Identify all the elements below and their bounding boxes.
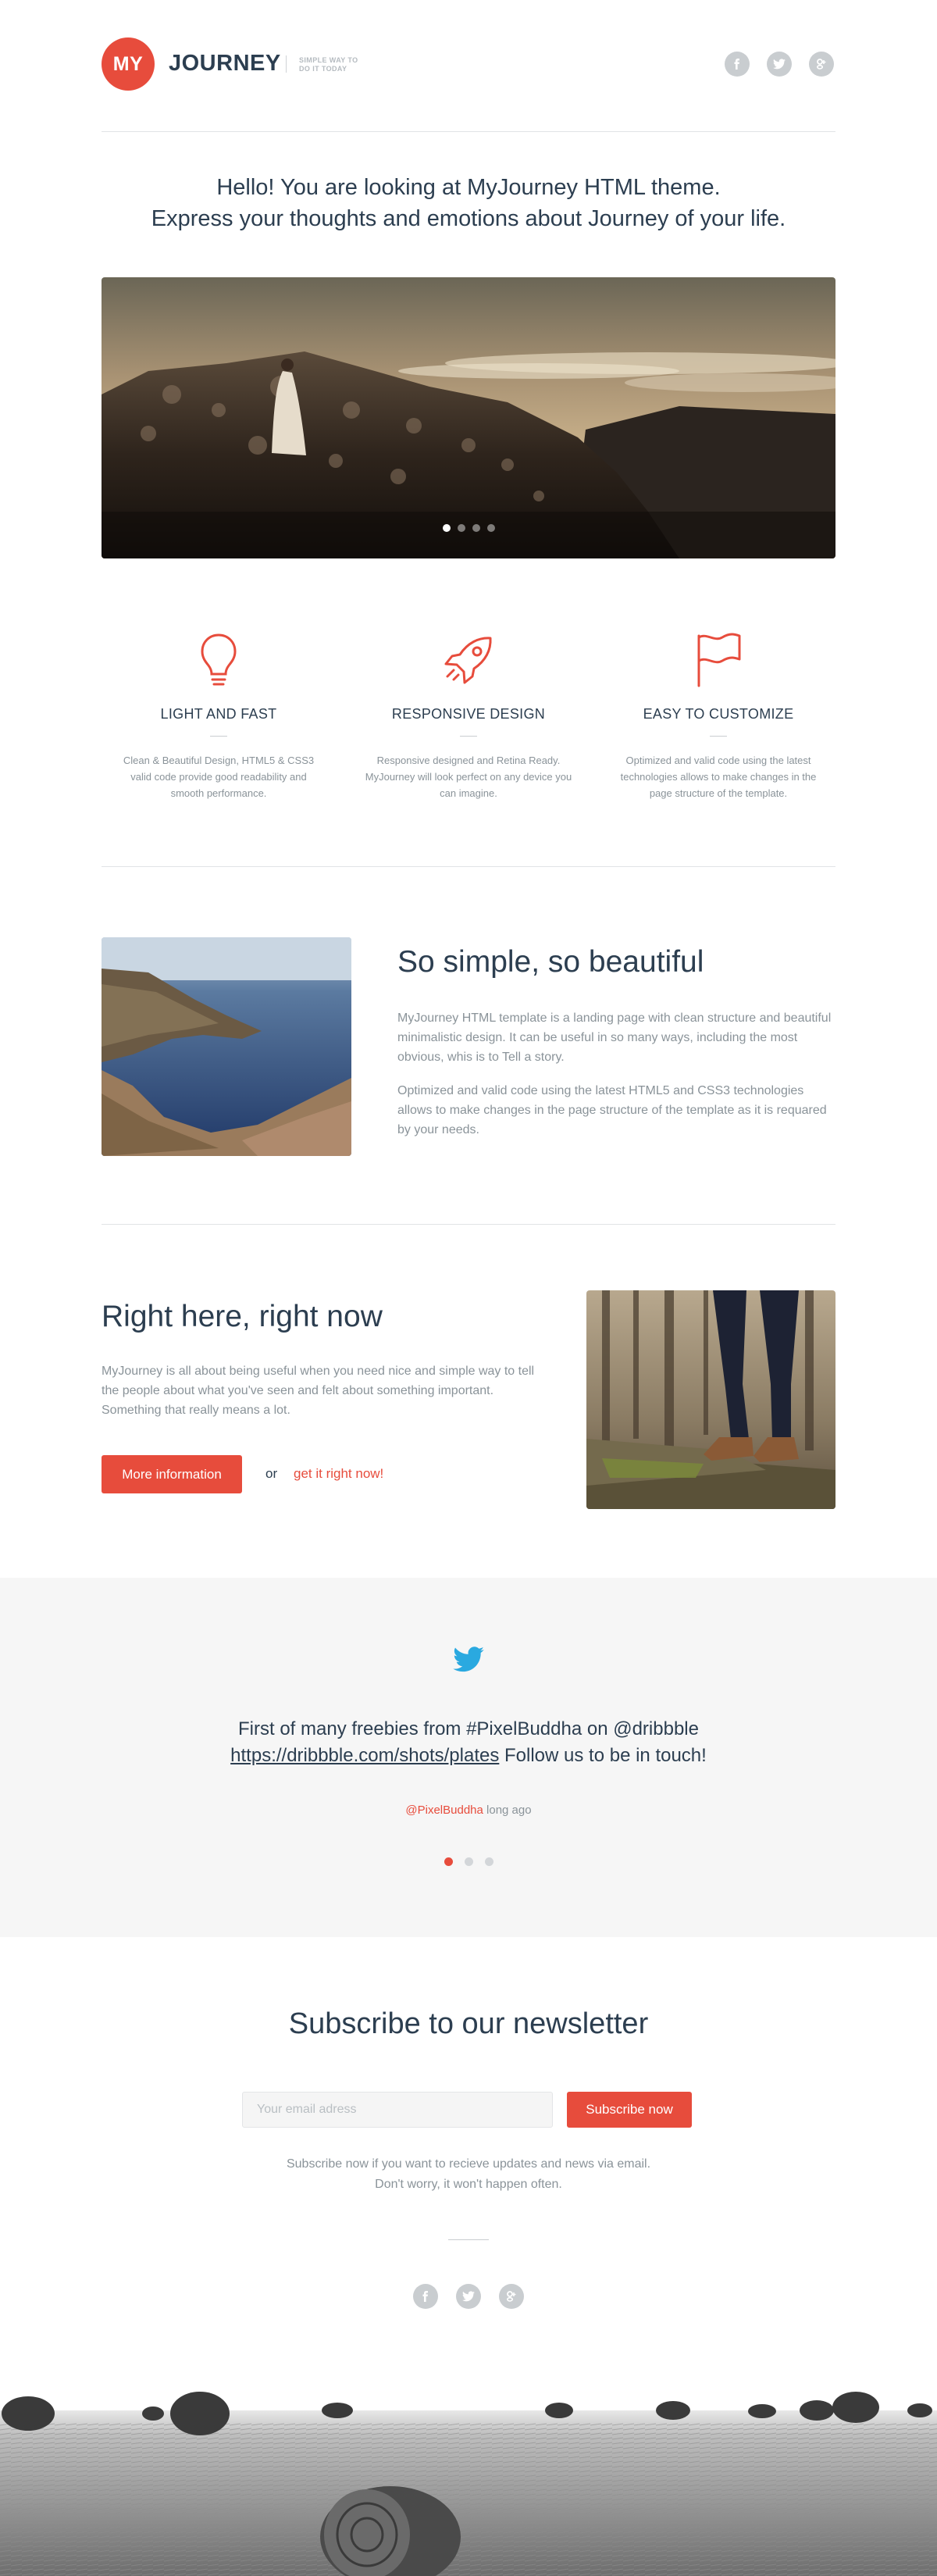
- tagline-line-2: DO IT TODAY: [299, 65, 347, 73]
- feature-light-and-fast: LIGHT AND FAST Clean & Beautiful Design,…: [102, 625, 336, 801]
- or-label: or: [265, 1466, 278, 1481]
- tweet-line-2-rest: Follow us to be in touch!: [499, 1745, 707, 1766]
- feature-responsive-design: RESPONSIVE DESIGN Responsive designed an…: [351, 625, 586, 801]
- feature-divider: [460, 736, 477, 737]
- tagline: SIMPLE WAY TO DO IT TODAY: [299, 56, 358, 73]
- feature-title: RESPONSIVE DESIGN: [391, 706, 546, 722]
- logo-divider: [286, 55, 287, 73]
- slider-dot-1[interactable]: [442, 524, 451, 532]
- boots-photo: [586, 1290, 835, 1509]
- slider-dot-3[interactable]: [472, 524, 480, 532]
- rightnow-paragraph: MyJourney is all about being useful when…: [102, 1365, 535, 1417]
- feature-divider: [210, 736, 227, 737]
- feature-description: Clean & Beautiful Design, HTML5 & CSS3 v…: [123, 755, 315, 799]
- simple-title: So simple, so beautiful: [397, 945, 704, 979]
- section-divider: [102, 1224, 835, 1225]
- newsletter-divider: [448, 2239, 489, 2240]
- feature-description: Optimized and valid code using the lates…: [620, 755, 817, 799]
- intro-line-1: Hello! You are looking at MyJourney HTML…: [216, 175, 721, 200]
- section-divider: [102, 866, 835, 867]
- tweet-dot-3[interactable]: [484, 1857, 493, 1866]
- tweet-time: long ago: [483, 1804, 532, 1817]
- email-input[interactable]: [242, 2092, 553, 2128]
- simple-paragraph-2: Optimized and valid code using the lates…: [397, 1084, 827, 1136]
- rightnow-title: Right here, right now: [102, 1300, 383, 1333]
- tweet-slider-dots: [0, 1857, 937, 1866]
- tweet-dot-1[interactable]: [444, 1857, 453, 1866]
- facebook-icon[interactable]: [725, 52, 750, 77]
- rocket-icon: [351, 625, 586, 687]
- tweet-link[interactable]: https://dribbble.com/shots/plates: [230, 1745, 499, 1766]
- tweet-text: First of many freebies from #PixelBuddha…: [0, 1716, 937, 1769]
- header-divider: [102, 131, 835, 132]
- header: MY JOURNEY SIMPLE WAY TO DO IT TODAY: [102, 37, 835, 94]
- google-plus-icon[interactable]: [809, 52, 834, 77]
- tagline-line-1: SIMPLE WAY TO: [299, 56, 358, 64]
- tweet-line-2: https://dribbble.com/shots/plates Follow…: [0, 1743, 937, 1769]
- flag-icon: [601, 625, 835, 687]
- more-information-button[interactable]: More information: [102, 1455, 242, 1493]
- newsletter-note: Subscribe now if you want to recieve upd…: [0, 2154, 937, 2195]
- newsletter-note-line-1: Subscribe now if you want to recieve upd…: [286, 2157, 651, 2171]
- footer-google-plus-icon[interactable]: [499, 2284, 524, 2309]
- footer-twitter-icon[interactable]: [456, 2284, 481, 2309]
- feature-divider: [710, 736, 727, 737]
- newsletter-note-line-2: Don't worry, it won't happen often.: [375, 2178, 562, 2191]
- lightbulb-icon: [102, 625, 336, 687]
- feature-easy-to-customize: EASY TO CUSTOMIZE Optimized and valid co…: [601, 625, 835, 801]
- slider-dot-4[interactable]: [486, 524, 495, 532]
- coast-photo: [102, 937, 351, 1156]
- twitter-icon[interactable]: [767, 52, 792, 77]
- hero-photo: [102, 277, 835, 558]
- feature-title: EASY TO CUSTOMIZE: [643, 706, 794, 722]
- hay-field-photo: [0, 2374, 937, 2576]
- slider-dot-2[interactable]: [457, 524, 465, 532]
- tweet-handle-link[interactable]: @PixelBuddha: [405, 1804, 483, 1817]
- feature-description: Responsive designed and Retina Ready. My…: [365, 755, 572, 799]
- hero-slider-dots: [102, 524, 835, 532]
- tweet-line-1: First of many freebies from #PixelBuddha…: [238, 1718, 699, 1739]
- logo-wordmark[interactable]: JOURNEY: [169, 51, 281, 77]
- intro-line-2: Express your thoughts and emotions about…: [151, 206, 786, 231]
- intro-text: Hello! You are looking at MyJourney HTML…: [78, 172, 859, 234]
- footer-facebook-icon[interactable]: [413, 2284, 438, 2309]
- get-it-now-link[interactable]: get it right now!: [294, 1466, 383, 1482]
- newsletter-title: Subscribe to our newsletter: [288, 2007, 649, 2040]
- subscribe-button[interactable]: Subscribe now: [567, 2092, 692, 2128]
- logo-badge[interactable]: MY: [102, 37, 155, 91]
- simple-paragraph-1: MyJourney HTML template is a landing pag…: [397, 1011, 832, 1064]
- tweet-dot-2[interactable]: [464, 1857, 473, 1866]
- twitter-icon[interactable]: [453, 1647, 484, 1676]
- feature-title: LIGHT AND FAST: [160, 706, 277, 722]
- hero-slider[interactable]: [102, 277, 835, 558]
- tweet-meta: @PixelBuddha long ago: [0, 1804, 937, 1817]
